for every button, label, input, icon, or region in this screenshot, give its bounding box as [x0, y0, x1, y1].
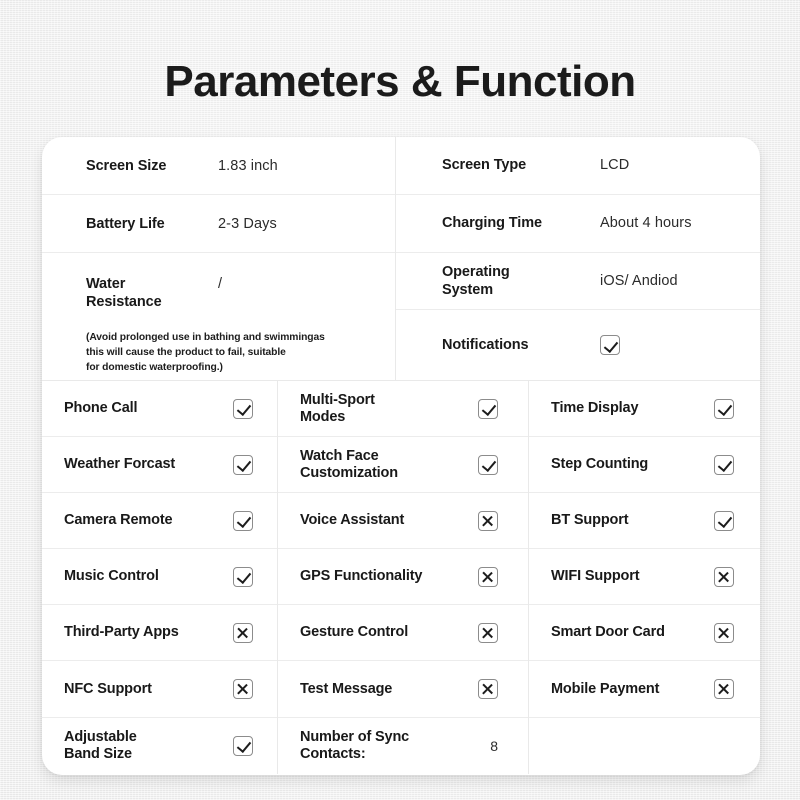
spec-label: Notifications — [442, 337, 529, 354]
spec-row-charging-time: Charging Time About 4 hours — [396, 195, 760, 253]
feature-label: NFC Support — [64, 680, 152, 697]
checkbox-checked-icon — [714, 510, 734, 531]
feature-row-nfc-support: NFC Support — [42, 661, 277, 718]
feature-row-voice-assistant: Voice Assistant — [278, 493, 528, 550]
checkbox-crossed-icon — [714, 622, 734, 643]
checkbox-crossed-icon — [714, 679, 734, 700]
spec-row-battery-life: Battery Life 2-3 Days — [42, 195, 395, 253]
feature-row-mobile-payment: Mobile Payment — [529, 661, 760, 718]
spec-row-operating-system: Operating System iOS/ Andiod — [396, 253, 760, 311]
checkbox-checked-icon — [233, 454, 253, 475]
checkbox-crossed-icon — [478, 622, 498, 643]
feature-label: Mobile Payment — [551, 680, 660, 697]
spec-value: 1.83 inch — [218, 157, 278, 174]
feature-row-third-party-apps: Third-Party Apps — [42, 605, 277, 662]
checkbox-crossed-icon — [233, 622, 253, 643]
checkbox-crossed-icon — [478, 510, 498, 531]
page-title: Parameters & Function — [164, 57, 636, 106]
checkbox-crossed-icon — [714, 566, 734, 587]
checkbox-checked-icon — [233, 510, 253, 531]
feature-label: WIFI Support — [551, 568, 640, 585]
feature-label: Gesture Control — [300, 624, 409, 641]
feature-label: BT Support — [551, 512, 629, 529]
spec-value: LCD — [600, 157, 630, 174]
feature-label: Time Display — [551, 400, 639, 417]
feature-row-smart-door-card: Smart Door Card — [529, 605, 760, 662]
feature-row-bt-support: BT Support — [529, 493, 760, 550]
checkbox-checked-icon — [233, 566, 253, 587]
feature-label: Music Control — [64, 568, 159, 585]
checkbox-checked-icon — [478, 398, 498, 419]
feature-label: Step Counting — [551, 456, 649, 473]
spec-label: Screen Type — [442, 157, 527, 174]
feature-label: Number of Sync Contacts: — [300, 728, 410, 762]
feature-row-empty — [529, 718, 760, 774]
feature-column-1: Phone Call Weather Forcast Camera Remote… — [42, 381, 278, 774]
spec-value: 2-3 Days — [218, 215, 277, 232]
feature-label: Multi-Sport Modes — [300, 391, 375, 425]
feature-row-step-counting: Step Counting — [529, 437, 760, 494]
feature-column-3: Time Display Step Counting BT Support WI… — [529, 381, 760, 774]
feature-row-test-message: Test Message — [278, 661, 528, 718]
spec-row-screen-size: Screen Size 1.83 inch — [42, 137, 395, 195]
feature-row-watch-face-customization: Watch Face Customization — [278, 437, 528, 494]
checkbox-crossed-icon — [478, 566, 498, 587]
features-grid: Phone Call Weather Forcast Camera Remote… — [42, 381, 760, 774]
feature-label: Test Message — [300, 680, 393, 697]
feature-row-adjustable-band-size: Adjustable Band Size — [42, 718, 277, 774]
spec-column-right: Screen Type LCD Charging Time About 4 ho… — [396, 137, 760, 380]
sync-contacts-value: 8 — [490, 737, 498, 754]
spec-label: Operating System — [442, 263, 510, 298]
feature-row-time-display: Time Display — [529, 381, 760, 438]
spec-label: Water Resistance — [86, 276, 162, 310]
spec-label: Charging Time — [442, 215, 542, 232]
feature-row-multi-sport-modes: Multi-Sport Modes — [278, 381, 528, 438]
spec-value: About 4 hours — [600, 215, 692, 232]
spec-card: Screen Size 1.83 inch Battery Life 2-3 D… — [42, 137, 760, 775]
spec-row-notifications: Notifications — [396, 310, 760, 380]
feature-label: Smart Door Card — [551, 624, 665, 641]
spec-label: Screen Size — [86, 157, 167, 174]
feature-label: Weather Forcast — [64, 456, 176, 473]
feature-label: Camera Remote — [64, 512, 173, 529]
feature-label: Voice Assistant — [300, 512, 405, 529]
feature-row-weather-forcast: Weather Forcast — [42, 437, 277, 494]
feature-row-number-of-sync-contacts: Number of Sync Contacts: 8 — [278, 718, 528, 774]
spec-label: Battery Life — [86, 215, 165, 232]
checkbox-checked-icon — [714, 398, 734, 419]
checkbox-checked-icon — [478, 454, 498, 475]
specifications-section: Screen Size 1.83 inch Battery Life 2-3 D… — [42, 137, 760, 381]
feature-row-phone-call: Phone Call — [42, 381, 277, 438]
feature-row-wifi-support: WIFI Support — [529, 549, 760, 606]
spec-column-left: Screen Size 1.83 inch Battery Life 2-3 D… — [42, 137, 396, 380]
checkbox-crossed-icon — [478, 679, 498, 700]
checkbox-crossed-icon — [233, 679, 253, 700]
feature-label: Watch Face Customization — [300, 447, 398, 481]
feature-row-camera-remote: Camera Remote — [42, 493, 277, 550]
spec-value: iOS/ Andiod — [600, 272, 678, 289]
feature-label: Third-Party Apps — [64, 624, 179, 641]
feature-label: GPS Functionality — [300, 568, 423, 585]
checkbox-checked-icon — [600, 335, 620, 356]
spec-row-screen-type: Screen Type LCD — [396, 137, 760, 195]
checkbox-checked-icon — [714, 454, 734, 475]
feature-label: Phone Call — [64, 400, 138, 417]
checkbox-checked-icon — [233, 735, 253, 756]
spec-row-water-resistance: Water Resistance / (Avoid prolonged use … — [42, 253, 395, 380]
feature-column-2: Multi-Sport Modes Watch Face Customizati… — [278, 381, 529, 774]
feature-label: Adjustable Band Size — [64, 728, 137, 762]
feature-row-gps-functionality: GPS Functionality — [278, 549, 528, 606]
feature-row-gesture-control: Gesture Control — [278, 605, 528, 662]
checkbox-checked-icon — [233, 398, 253, 419]
water-resistance-note: (Avoid prolonged use in bathing and swim… — [86, 332, 325, 373]
feature-row-music-control: Music Control — [42, 549, 277, 606]
spec-value: / — [218, 276, 223, 292]
